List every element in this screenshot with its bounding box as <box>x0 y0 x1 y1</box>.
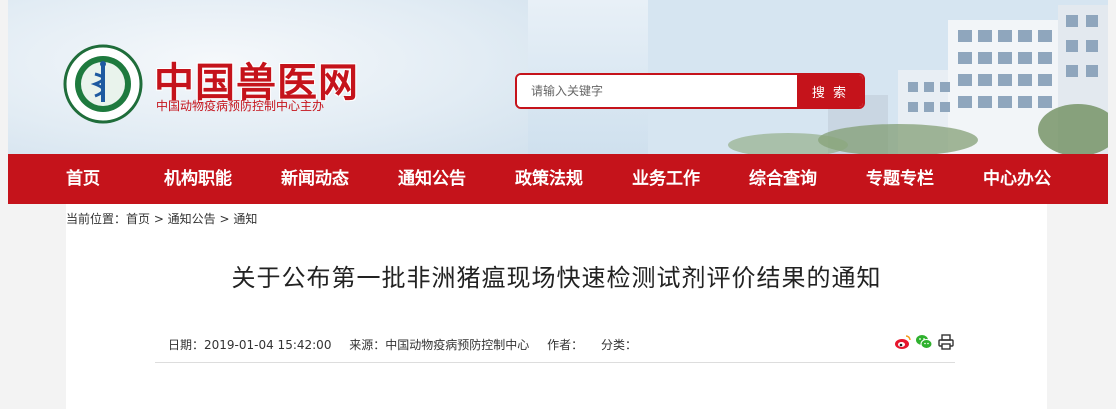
search-box: 搜 索 <box>515 73 865 109</box>
nav-item-policies[interactable]: 政策法规 <box>515 154 583 204</box>
nav-item-query[interactable]: 综合查询 <box>749 154 817 204</box>
search-input[interactable] <box>517 75 797 107</box>
article-category: 分类： <box>600 338 637 352</box>
nav-item-business[interactable]: 业务工作 <box>632 154 700 204</box>
search-button[interactable]: 搜 索 <box>797 75 863 107</box>
breadcrumb[interactable]: 当前位置：首页 > 通知公告 > 通知 <box>66 210 257 227</box>
article-source: 来源：中国动物疫病预防控制中心 <box>349 338 530 352</box>
logo-icon[interactable] <box>63 44 143 124</box>
site-header: 中国兽医网 中国动物疫病预防控制中心主办 搜 索 <box>8 0 1108 154</box>
nav-item-home[interactable]: 首页 <box>66 154 100 204</box>
main-nav: 首页 机构职能 新闻动态 通知公告 政策法规 业务工作 综合查询 专题专栏 中心… <box>8 154 1108 204</box>
nav-item-topics[interactable]: 专题专栏 <box>866 154 934 204</box>
article-title: 关于公布第一批非洲猪瘟现场快速检测试剂评价结果的通知 <box>231 264 882 292</box>
nav-item-news[interactable]: 新闻动态 <box>281 154 349 204</box>
site-subtitle: 中国动物疫病预防控制中心主办 <box>156 99 325 113</box>
nav-item-notices[interactable]: 通知公告 <box>398 154 466 204</box>
nav-item-office[interactable]: 中心办公 <box>983 154 1051 204</box>
article-author: 作者： <box>547 338 584 352</box>
meta-divider <box>155 362 955 363</box>
print-icon[interactable] <box>937 333 955 351</box>
article-content <box>66 204 1047 409</box>
nav-item-functions[interactable]: 机构职能 <box>164 154 232 204</box>
wechat-icon[interactable] <box>915 333 933 351</box>
article-date: 日期：2019-01-04 15:42:00 <box>168 338 332 352</box>
article-meta: 日期：2019-01-04 15:42:00 来源：中国动物疫病预防控制中心 作… <box>168 336 651 353</box>
weibo-icon[interactable] <box>894 333 912 351</box>
